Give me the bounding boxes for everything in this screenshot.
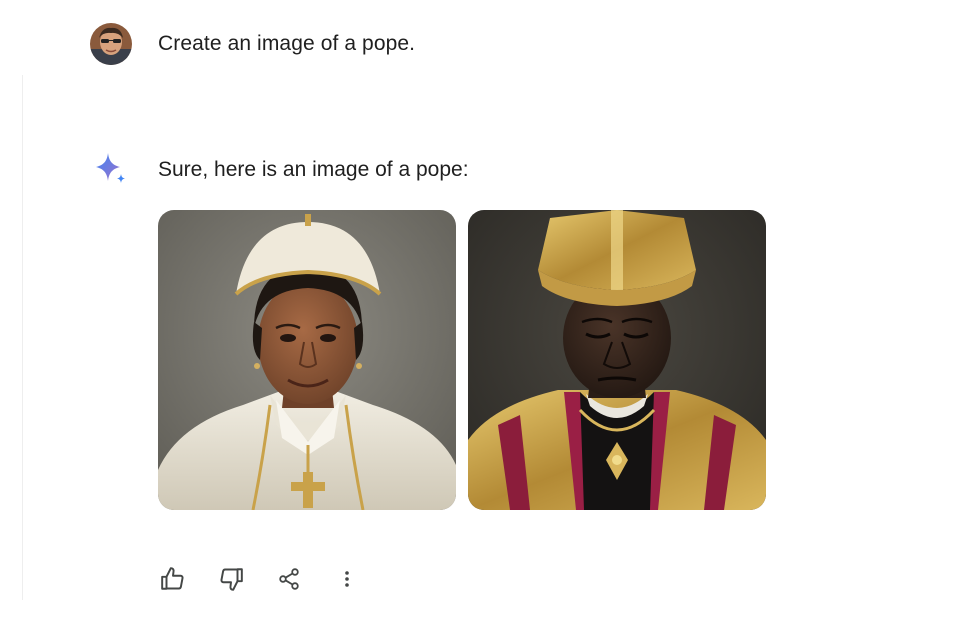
generated-images (158, 210, 766, 510)
response-actions (158, 562, 390, 596)
generated-image-2[interactable] (468, 210, 766, 510)
avatar[interactable] (90, 23, 132, 65)
user-message: Create an image of a pope. (90, 22, 415, 66)
chat-page: Create an image of a pope. Sure, here is… (0, 0, 960, 640)
pope-portrait-2-image (468, 210, 766, 510)
thumbs-up-button[interactable] (158, 562, 188, 596)
thumbs-down-icon (220, 568, 243, 591)
model-response-text: Sure, here is an image of a pope: (158, 158, 469, 181)
user-prompt-text: Create an image of a pope. (158, 32, 416, 55)
model-message-header: Sure, here is an image of a pope: (92, 150, 469, 190)
thumbs-down-button[interactable] (216, 562, 246, 596)
pope-portrait-1-image (158, 210, 456, 510)
thumbs-up-icon (161, 567, 184, 590)
divider (22, 75, 23, 600)
gemini-spark-icon (92, 151, 130, 189)
share-icon (279, 568, 299, 590)
share-button[interactable] (274, 562, 304, 596)
more-options-button[interactable] (332, 562, 362, 596)
more-vert-icon (345, 571, 349, 587)
generated-image-1[interactable] (158, 210, 456, 510)
